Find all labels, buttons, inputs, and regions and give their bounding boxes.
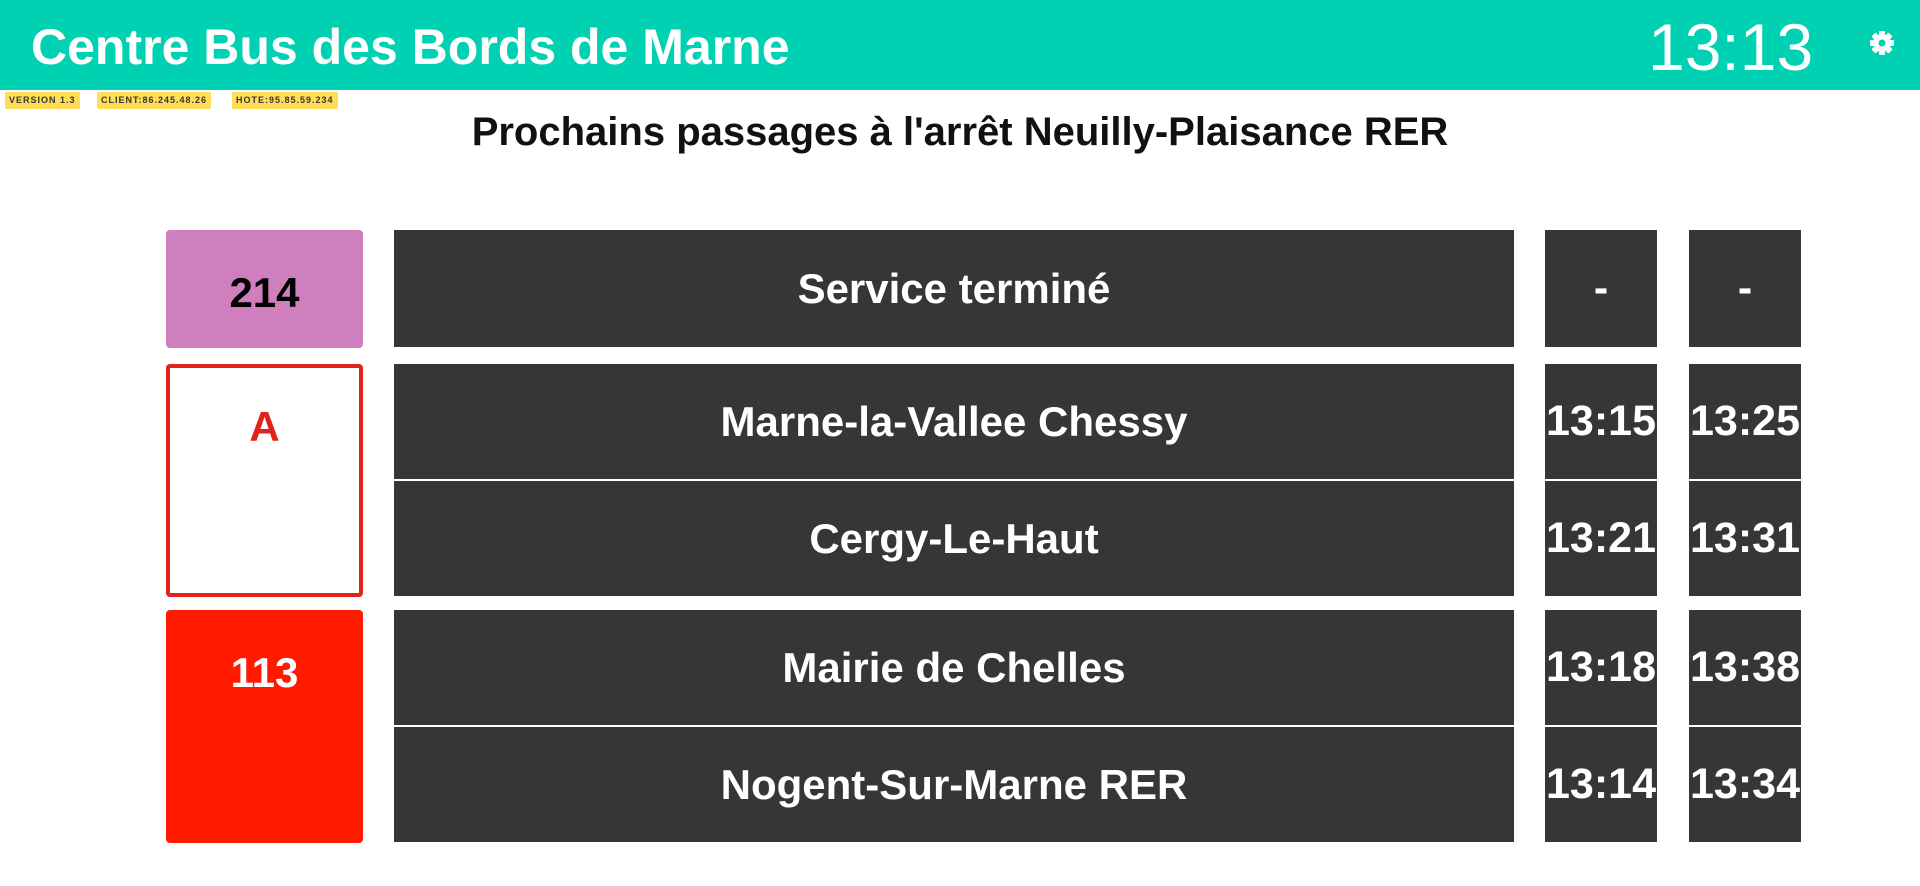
- stop-title: Prochains passages à l'arrêt Neuilly-Pla…: [471, 110, 1449, 154]
- following-departure-time: 13:38: [1690, 643, 1800, 691]
- following-departure-cell: 13:38: [1689, 610, 1801, 725]
- line-number: A: [249, 403, 280, 450]
- destination-cell: Cergy-Le-Haut: [394, 481, 1514, 596]
- destination-cell: Service terminé: [394, 230, 1514, 347]
- next-departure-time: 13:21: [1546, 514, 1656, 562]
- next-departure-time: -: [1593, 264, 1609, 312]
- app-title: Centre Bus des Bords de Marne: [31, 19, 790, 75]
- next-departure-cell: 13:18: [1545, 610, 1657, 725]
- host-ip-tag: HOTE:95.85.59.234: [232, 92, 338, 109]
- next-departure-cell: 13:14: [1545, 727, 1657, 842]
- destination-name: Marne-la-Vallee Chessy: [720, 398, 1188, 445]
- destination-name: Mairie de Chelles: [782, 644, 1126, 691]
- following-departure-time: 13:25: [1690, 397, 1800, 445]
- next-departure-time: 13:14: [1546, 760, 1656, 808]
- destination-name: Nogent-Sur-Marne RER: [720, 761, 1188, 808]
- destination-name: Cergy-Le-Haut: [809, 515, 1099, 562]
- line-number: 113: [230, 649, 299, 696]
- following-departure-time: 13:34: [1690, 760, 1800, 808]
- following-departure-time: -: [1737, 264, 1753, 312]
- next-departure-time: 13:18: [1546, 643, 1656, 691]
- following-departure-cell: 13:25: [1689, 364, 1801, 479]
- destination-cell: Marne-la-Vallee Chessy: [394, 364, 1514, 479]
- destination-cell: Mairie de Chelles: [394, 610, 1514, 725]
- following-departure-cell: 13:31: [1689, 481, 1801, 596]
- destination-name: Service terminé: [797, 265, 1111, 312]
- next-departure-time: 13:15: [1546, 397, 1656, 445]
- line-badge-a: A: [166, 364, 363, 597]
- next-departure-cell: 13:21: [1545, 481, 1657, 596]
- following-departure-cell: -: [1689, 230, 1801, 347]
- following-departure-time: 13:31: [1690, 514, 1800, 562]
- current-time: 13:13: [1648, 10, 1814, 84]
- header-bar: Centre Bus des Bords de Marne 13:13: [0, 0, 1920, 90]
- next-departure-cell: -: [1545, 230, 1657, 347]
- destination-cell: Nogent-Sur-Marne RER: [394, 727, 1514, 842]
- line-number: 214: [229, 269, 300, 316]
- following-departure-cell: 13:34: [1689, 727, 1801, 842]
- line-badge-113: 113: [166, 610, 363, 843]
- gear-icon[interactable]: [1867, 28, 1897, 58]
- next-departure-cell: 13:15: [1545, 364, 1657, 479]
- client-ip-tag: CLIENT:86.245.48.26: [97, 92, 212, 109]
- line-badge-214: 214: [166, 230, 363, 348]
- version-tag: VERSION 1.3: [5, 92, 80, 109]
